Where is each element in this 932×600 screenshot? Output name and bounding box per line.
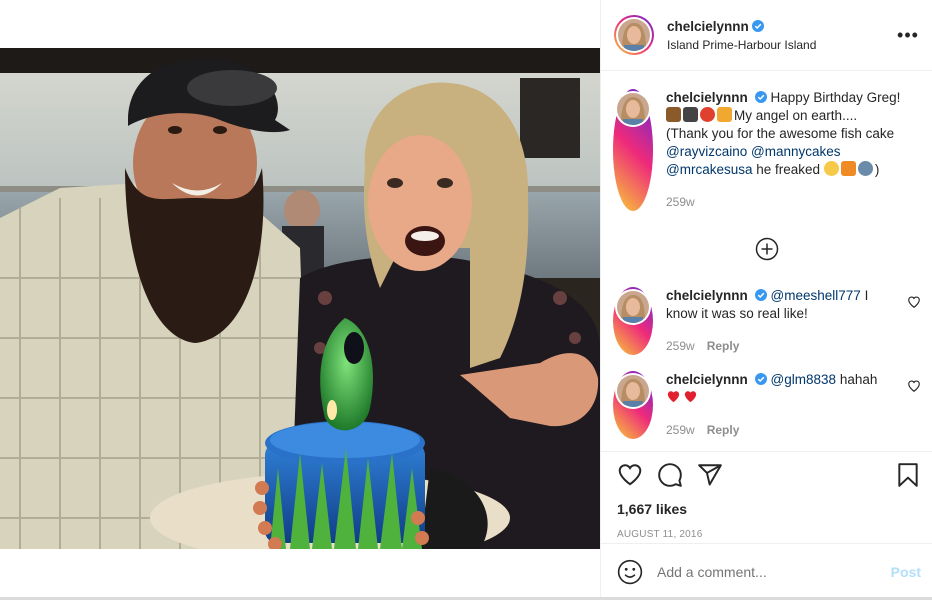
verified-badge-icon: [754, 91, 767, 103]
post-comment-button[interactable]: Post: [891, 564, 921, 580]
caption-meta: 259w: [666, 193, 921, 211]
comment-input[interactable]: [657, 564, 891, 580]
post-details-panel: chelcielynnn Island Prime-Harbour Island…: [600, 0, 932, 600]
avatar-image: [617, 93, 649, 125]
balloon-emoji-icon: [700, 107, 715, 122]
avatar[interactable]: [613, 89, 653, 211]
comment-meta: 259w Reply: [666, 421, 899, 439]
comment: chelcielynnn @meeshell777 I know it was …: [613, 287, 921, 355]
post-date[interactable]: AUGUST 11, 2016: [617, 529, 921, 540]
caption-body: chelcielynnn Happy Birthday Greg! My ang…: [666, 89, 921, 211]
caption-text: My angel on earth....: [734, 108, 858, 123]
timestamp[interactable]: 259w: [666, 339, 695, 353]
red-heart-emoji-icon: [667, 391, 680, 403]
comment: chelcielynnn @glm8838 hahah 259w Reply: [613, 371, 921, 439]
headphones-emoji-icon: [857, 161, 873, 176]
verified-badge-icon: [751, 19, 764, 32]
save-bookmark-icon[interactable]: [895, 462, 921, 488]
caption: chelcielynnn Happy Birthday Greg! My ang…: [613, 89, 921, 211]
comments-section: chelcielynnn Happy Birthday Greg! My ang…: [601, 72, 932, 450]
caption-text: he freaked: [756, 162, 821, 177]
emoji-smile-icon[interactable]: [617, 559, 643, 585]
header-text: chelcielynnn Island Prime-Harbour Island: [667, 17, 896, 54]
comment-username[interactable]: chelcielynnn: [666, 372, 748, 387]
red-heart-emoji-icon: [684, 391, 697, 403]
header-username[interactable]: chelcielynnn: [667, 19, 749, 34]
caption-text: (Thank you for the awesome fish cake: [666, 126, 895, 141]
reply-button[interactable]: Reply: [707, 423, 740, 437]
mention-link[interactable]: @glm8838: [771, 372, 837, 387]
timestamp[interactable]: 259w: [666, 423, 695, 437]
comment-username[interactable]: chelcielynnn: [666, 288, 748, 303]
party-popper-emoji-icon: [717, 107, 732, 122]
add-comment-bar: Post: [601, 543, 932, 600]
post-header: chelcielynnn Island Prime-Harbour Island…: [601, 0, 932, 71]
caption-username[interactable]: chelcielynnn: [666, 90, 748, 105]
reply-button[interactable]: Reply: [707, 339, 740, 353]
plus-circle-icon[interactable]: [755, 237, 779, 261]
mention-link[interactable]: @meeshell777: [771, 288, 861, 303]
verified-badge-icon: [754, 373, 767, 385]
load-more-comments: [613, 237, 921, 261]
more-options-icon[interactable]: •••: [896, 23, 920, 47]
grinning-emoji-icon: [823, 161, 839, 176]
cake-emoji-icon: [666, 107, 681, 122]
avatar[interactable]: [613, 371, 653, 439]
mention-link[interactable]: @mannycakes: [751, 144, 841, 159]
share-paper-plane-icon[interactable]: [697, 462, 723, 488]
media-area: [0, 0, 600, 600]
comment-body: chelcielynnn @meeshell777 I know it was …: [666, 287, 899, 355]
action-icons: [617, 452, 921, 498]
avatar-image: [617, 291, 649, 323]
caption-text: ): [874, 162, 880, 177]
avatar[interactable]: [613, 287, 653, 355]
instagram-post-view: chelcielynnn Island Prime-Harbour Island…: [0, 0, 932, 600]
avatar-image: [617, 375, 649, 407]
fish-emoji-icon: [840, 161, 856, 176]
avatar[interactable]: [614, 15, 654, 55]
like-comment-heart-icon[interactable]: [907, 295, 921, 309]
timestamp[interactable]: 259w: [666, 195, 695, 209]
comment-bubble-icon[interactable]: [657, 462, 683, 488]
avatar-image: [618, 19, 650, 51]
likes-count[interactable]: 1,667 likes: [617, 501, 921, 517]
photo-illustration: [0, 48, 600, 549]
comment-text: hahah: [839, 372, 878, 387]
like-heart-icon[interactable]: [617, 462, 643, 488]
post-photo[interactable]: [0, 48, 600, 549]
like-comment-heart-icon[interactable]: [907, 379, 921, 393]
mention-link[interactable]: @rayvizcaino: [666, 144, 747, 159]
comment-meta: 259w Reply: [666, 337, 899, 355]
header-location[interactable]: Island Prime-Harbour Island: [667, 36, 896, 54]
camera-emoji-icon: [683, 107, 698, 122]
verified-badge-icon: [754, 289, 767, 301]
caption-text: Happy Birthday Greg!: [770, 90, 901, 105]
mention-link[interactable]: @mrcakesusa: [666, 162, 752, 177]
post-actions: 1,667 likes AUGUST 11, 2016: [601, 451, 932, 543]
comment-body: chelcielynnn @glm8838 hahah 259w Reply: [666, 371, 899, 439]
